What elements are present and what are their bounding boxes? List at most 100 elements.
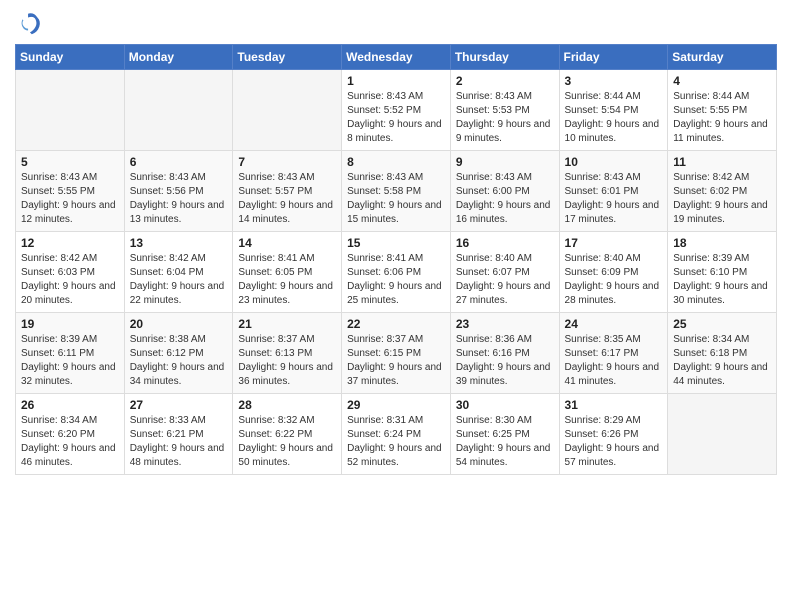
- week-row-2: 5Sunrise: 8:43 AM Sunset: 5:55 PM Daylig…: [16, 151, 777, 232]
- day-info: Sunrise: 8:39 AM Sunset: 6:11 PM Dayligh…: [21, 333, 119, 389]
- day-number: 17: [565, 236, 663, 250]
- day-info: Sunrise: 8:42 AM Sunset: 6:03 PM Dayligh…: [21, 252, 119, 308]
- day-info: Sunrise: 8:41 AM Sunset: 6:05 PM Dayligh…: [238, 252, 336, 308]
- day-info: Sunrise: 8:43 AM Sunset: 5:52 PM Dayligh…: [347, 90, 445, 146]
- calendar-cell: [124, 70, 233, 151]
- day-info: Sunrise: 8:30 AM Sunset: 6:25 PM Dayligh…: [456, 414, 554, 470]
- calendar-cell: 3 Sunrise: 8:44 AM Sunset: 5:54 PM Daylig…: [559, 70, 668, 151]
- day-info: Sunrise: 8:36 AM Sunset: 6:16 PM Dayligh…: [456, 333, 554, 389]
- day-number: 22: [347, 317, 445, 331]
- page-container: SundayMondayTuesdayWednesdayThursdayFrid…: [0, 0, 792, 485]
- calendar-cell: 2Sunrise: 8:43 AM Sunset: 5:53 PM Daylig…: [450, 70, 559, 151]
- day-info: Sunrise: 8:40 AM Sunset: 6:09 PM Dayligh…: [565, 252, 663, 308]
- day-info: Sunrise: 8:43 AM Sunset: 6:00 PM Dayligh…: [456, 171, 554, 227]
- weekday-friday: Friday: [559, 45, 668, 70]
- day-number: 28: [238, 398, 336, 412]
- day-info: Sunrise: 8:43 AM Sunset: 6:01 PM Dayligh…: [565, 171, 663, 227]
- week-row-4: 19 Sunrise: 8:39 AM Sunset: 6:11 PM Dayli…: [16, 313, 777, 394]
- calendar-cell: 30 Sunrise: 8:30 AM Sunset: 6:25 PM Dayli…: [450, 394, 559, 475]
- day-number: 5: [21, 155, 119, 169]
- day-info: Sunrise: 8:29 AM Sunset: 6:26 PM Dayligh…: [565, 414, 663, 470]
- weekday-wednesday: Wednesday: [342, 45, 451, 70]
- weekday-monday: Monday: [124, 45, 233, 70]
- day-info: Sunrise: 8:38 AM Sunset: 6:12 PM Dayligh…: [130, 333, 228, 389]
- weekday-tuesday: Tuesday: [233, 45, 342, 70]
- day-number: 20: [130, 317, 228, 331]
- calendar-cell: 27 Sunrise: 8:33 AM Sunset: 6:21 PM Dayli…: [124, 394, 233, 475]
- calendar-cell: 18Sunrise: 8:39 AM Sunset: 6:10 PM Dayli…: [668, 232, 777, 313]
- day-number: 24: [565, 317, 663, 331]
- calendar-cell: 6Sunrise: 8:43 AM Sunset: 5:56 PM Daylig…: [124, 151, 233, 232]
- day-number: 9: [456, 155, 554, 169]
- day-info: Sunrise: 8:34 AM Sunset: 6:18 PM Dayligh…: [673, 333, 771, 389]
- calendar-cell: 23 Sunrise: 8:36 AM Sunset: 6:16 PM Dayli…: [450, 313, 559, 394]
- day-info: Sunrise: 8:37 AM Sunset: 6:15 PM Dayligh…: [347, 333, 445, 389]
- week-row-3: 12 Sunrise: 8:42 AM Sunset: 6:03 PM Dayli…: [16, 232, 777, 313]
- calendar-cell: 19 Sunrise: 8:39 AM Sunset: 6:11 PM Dayli…: [16, 313, 125, 394]
- calendar-cell: 28 Sunrise: 8:32 AM Sunset: 6:22 PM Dayli…: [233, 394, 342, 475]
- calendar-cell: [233, 70, 342, 151]
- day-info: Sunrise: 8:31 AM Sunset: 6:24 PM Dayligh…: [347, 414, 445, 470]
- day-info: Sunrise: 8:33 AM Sunset: 6:21 PM Dayligh…: [130, 414, 228, 470]
- calendar-cell: 17 Sunrise: 8:40 AM Sunset: 6:09 PM Dayli…: [559, 232, 668, 313]
- day-number: 30: [456, 398, 554, 412]
- day-info: Sunrise: 8:43 AM Sunset: 5:53 PM Dayligh…: [456, 90, 554, 146]
- day-info: Sunrise: 8:37 AM Sunset: 6:13 PM Dayligh…: [238, 333, 336, 389]
- day-number: 13: [130, 236, 228, 250]
- logo: [15, 10, 45, 38]
- day-info: Sunrise: 8:32 AM Sunset: 6:22 PM Dayligh…: [238, 414, 336, 470]
- calendar-cell: [668, 394, 777, 475]
- calendar-cell: 25 Sunrise: 8:34 AM Sunset: 6:18 PM Dayli…: [668, 313, 777, 394]
- day-number: 4: [673, 74, 771, 88]
- calendar-cell: 31 Sunrise: 8:29 AM Sunset: 6:26 PM Dayli…: [559, 394, 668, 475]
- day-number: 23: [456, 317, 554, 331]
- calendar-cell: 16Sunrise: 8:40 AM Sunset: 6:07 PM Dayli…: [450, 232, 559, 313]
- weekday-thursday: Thursday: [450, 45, 559, 70]
- day-number: 19: [21, 317, 119, 331]
- weekday-sunday: Sunday: [16, 45, 125, 70]
- calendar-cell: 14 Sunrise: 8:41 AM Sunset: 6:05 PM Dayli…: [233, 232, 342, 313]
- day-number: 1: [347, 74, 445, 88]
- day-info: Sunrise: 8:42 AM Sunset: 6:04 PM Dayligh…: [130, 252, 228, 308]
- day-number: 18: [673, 236, 771, 250]
- day-number: 31: [565, 398, 663, 412]
- calendar-cell: 4 Sunrise: 8:44 AM Sunset: 5:55 PM Daylig…: [668, 70, 777, 151]
- day-number: 25: [673, 317, 771, 331]
- calendar-cell: 13 Sunrise: 8:42 AM Sunset: 6:04 PM Dayli…: [124, 232, 233, 313]
- calendar-cell: 29 Sunrise: 8:31 AM Sunset: 6:24 PM Dayli…: [342, 394, 451, 475]
- day-number: 11: [673, 155, 771, 169]
- calendar-cell: 15Sunrise: 8:41 AM Sunset: 6:06 PM Dayli…: [342, 232, 451, 313]
- day-info: Sunrise: 8:43 AM Sunset: 5:58 PM Dayligh…: [347, 171, 445, 227]
- calendar-cell: 26Sunrise: 8:34 AM Sunset: 6:20 PM Dayli…: [16, 394, 125, 475]
- day-info: Sunrise: 8:44 AM Sunset: 5:55 PM Dayligh…: [673, 90, 771, 146]
- calendar-cell: 11 Sunrise: 8:42 AM Sunset: 6:02 PM Dayli…: [668, 151, 777, 232]
- day-number: 7: [238, 155, 336, 169]
- weekday-header-row: SundayMondayTuesdayWednesdayThursdayFrid…: [16, 45, 777, 70]
- day-number: 3: [565, 74, 663, 88]
- day-info: Sunrise: 8:34 AM Sunset: 6:20 PM Dayligh…: [21, 414, 119, 470]
- calendar-cell: 10 Sunrise: 8:43 AM Sunset: 6:01 PM Dayli…: [559, 151, 668, 232]
- day-number: 12: [21, 236, 119, 250]
- week-row-1: 1 Sunrise: 8:43 AM Sunset: 5:52 PM Daylig…: [16, 70, 777, 151]
- header: [15, 10, 777, 38]
- day-info: Sunrise: 8:42 AM Sunset: 6:02 PM Dayligh…: [673, 171, 771, 227]
- day-number: 15: [347, 236, 445, 250]
- day-info: Sunrise: 8:43 AM Sunset: 5:57 PM Dayligh…: [238, 171, 336, 227]
- calendar-cell: 9 Sunrise: 8:43 AM Sunset: 6:00 PM Daylig…: [450, 151, 559, 232]
- calendar-cell: 8Sunrise: 8:43 AM Sunset: 5:58 PM Daylig…: [342, 151, 451, 232]
- day-number: 29: [347, 398, 445, 412]
- calendar-cell: 21Sunrise: 8:37 AM Sunset: 6:13 PM Dayli…: [233, 313, 342, 394]
- day-info: Sunrise: 8:35 AM Sunset: 6:17 PM Dayligh…: [565, 333, 663, 389]
- calendar-cell: 12 Sunrise: 8:42 AM Sunset: 6:03 PM Dayli…: [16, 232, 125, 313]
- calendar-cell: 7 Sunrise: 8:43 AM Sunset: 5:57 PM Daylig…: [233, 151, 342, 232]
- calendar-table: SundayMondayTuesdayWednesdayThursdayFrid…: [15, 44, 777, 475]
- day-info: Sunrise: 8:44 AM Sunset: 5:54 PM Dayligh…: [565, 90, 663, 146]
- day-number: 10: [565, 155, 663, 169]
- day-number: 27: [130, 398, 228, 412]
- day-number: 6: [130, 155, 228, 169]
- day-number: 16: [456, 236, 554, 250]
- calendar-cell: 5Sunrise: 8:43 AM Sunset: 5:55 PM Daylig…: [16, 151, 125, 232]
- day-number: 14: [238, 236, 336, 250]
- calendar-cell: 24 Sunrise: 8:35 AM Sunset: 6:17 PM Dayli…: [559, 313, 668, 394]
- logo-icon: [15, 10, 43, 38]
